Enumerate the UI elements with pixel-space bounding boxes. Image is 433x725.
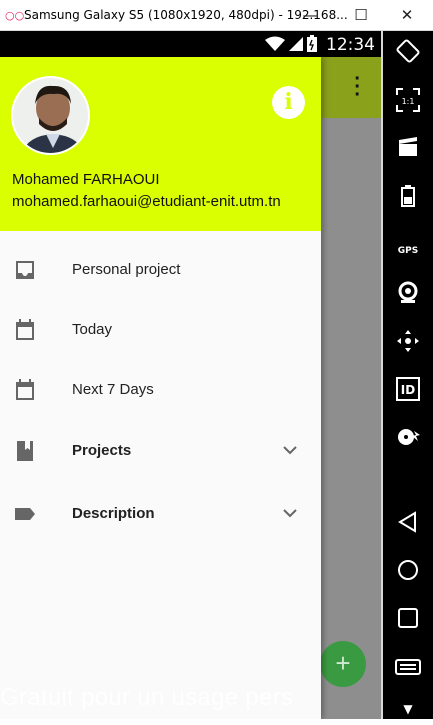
drawer-item-personal-project[interactable]: Personal project (0, 241, 321, 299)
wifi-icon (264, 36, 285, 51)
gps-icon[interactable]: GPS (392, 235, 424, 267)
screencast-icon[interactable] (392, 135, 424, 167)
back-icon[interactable] (392, 511, 424, 543)
home-icon[interactable] (392, 559, 424, 591)
label-icon (15, 508, 35, 520)
avatar[interactable] (11, 76, 90, 155)
chevron-down-icon[interactable]: ▼ (392, 693, 424, 725)
drawer-item-next-7-days[interactable]: Next 7 Days (0, 361, 321, 419)
battery-icon[interactable] (392, 185, 424, 217)
drawer-header: i Mohamed FARHAOUI mohamed.farhaoui@etud… (0, 57, 321, 231)
maximize-button[interactable]: ☐ (347, 4, 375, 26)
minimize-button[interactable]: — (296, 4, 324, 26)
navigation-drawer: i Mohamed FARHAOUI mohamed.farhaoui@etud… (0, 57, 321, 719)
calendar-icon (16, 379, 34, 400)
phone-screen: 12:34 · · · + i Mohamed FARHAOUI mohamed.f… (0, 31, 383, 719)
drawer-item-label: Next 7 Days (72, 381, 154, 398)
id-icon[interactable]: ID (392, 377, 424, 409)
rotate-icon[interactable] (392, 39, 424, 71)
user-email: mohamed.farhaoui@etudiant-enit.utm.tn (12, 193, 281, 210)
status-clock: 12:34 (326, 35, 375, 55)
close-button[interactable]: ✕ (393, 4, 421, 26)
chevron-down-icon[interactable] (281, 441, 299, 459)
chevron-down-icon[interactable] (281, 504, 299, 522)
dpad-icon[interactable] (392, 329, 424, 361)
drawer-item-today[interactable]: Today (0, 301, 321, 359)
drawer-item-label: Description (72, 505, 155, 522)
window-titlebar: ○○ Samsung Galaxy S5 (1080x1920, 480dpi)… (0, 0, 433, 31)
id-label: ID (401, 383, 415, 397)
scale-label: 1:1 (402, 97, 415, 106)
emulator-sidebar: 1:1 GPS ID ▼ (383, 31, 433, 719)
battery-icon (307, 35, 317, 52)
avatar-photo (13, 78, 88, 153)
watermark-text: Gratuit pour un usage pers (0, 684, 294, 711)
drawer-item-projects[interactable]: Projects (0, 422, 321, 480)
add-fab-button[interactable]: + (320, 641, 366, 687)
disk-icon[interactable] (392, 425, 424, 457)
book-icon (17, 441, 33, 461)
overflow-menu-icon[interactable]: · · · (354, 69, 361, 105)
inbox-icon (16, 261, 34, 279)
app-logo-icon: ○○ (5, 9, 25, 22)
user-name: Mohamed FARHAOUI (12, 171, 160, 188)
drawer-item-description[interactable]: Description (0, 485, 321, 543)
drawer-item-label: Personal project (72, 261, 181, 278)
signal-icon (288, 36, 303, 51)
info-button[interactable]: i (272, 86, 305, 119)
status-icons (264, 35, 317, 52)
scale-icon[interactable]: 1:1 (392, 87, 424, 119)
recent-apps-icon[interactable] (392, 607, 424, 639)
menu-icon[interactable] (392, 657, 424, 689)
gps-label: GPS (397, 246, 419, 256)
calendar-icon (16, 319, 34, 340)
drawer-item-label: Today (72, 321, 113, 338)
camera-icon[interactable] (392, 281, 424, 313)
drawer-item-label: Projects (72, 442, 132, 459)
status-bar: 12:34 (0, 31, 383, 57)
